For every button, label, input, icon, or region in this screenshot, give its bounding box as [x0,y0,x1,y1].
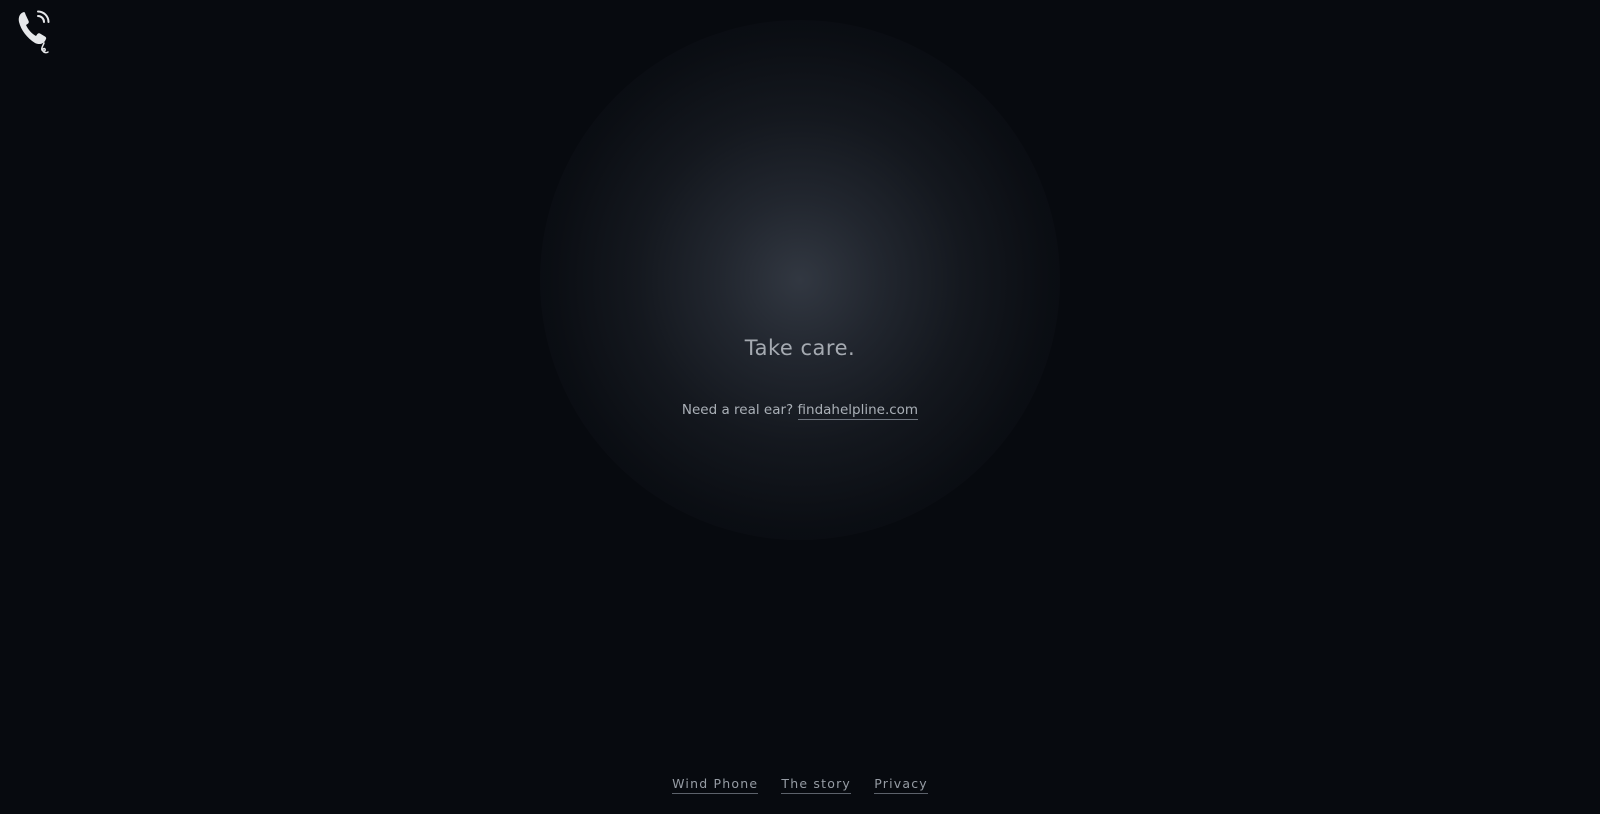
helpline-prompt-text: Need a real ear? [681,402,794,418]
logo[interactable] [14,8,58,56]
footer-nav: Wind Phone The story Privacy [0,776,1600,794]
helpline-prompt: Need a real ear? findahelpline.com [0,402,1600,420]
background-glow [540,20,1060,540]
phone-wind-icon [18,10,50,54]
page-title: Take care. [744,336,856,360]
footer-link-wind-phone[interactable]: Wind Phone [672,776,759,794]
footer-link-the-story[interactable]: The story [781,776,852,794]
footer-link-privacy[interactable]: Privacy [874,776,928,794]
helpline-link[interactable]: findahelpline.com [797,402,919,420]
